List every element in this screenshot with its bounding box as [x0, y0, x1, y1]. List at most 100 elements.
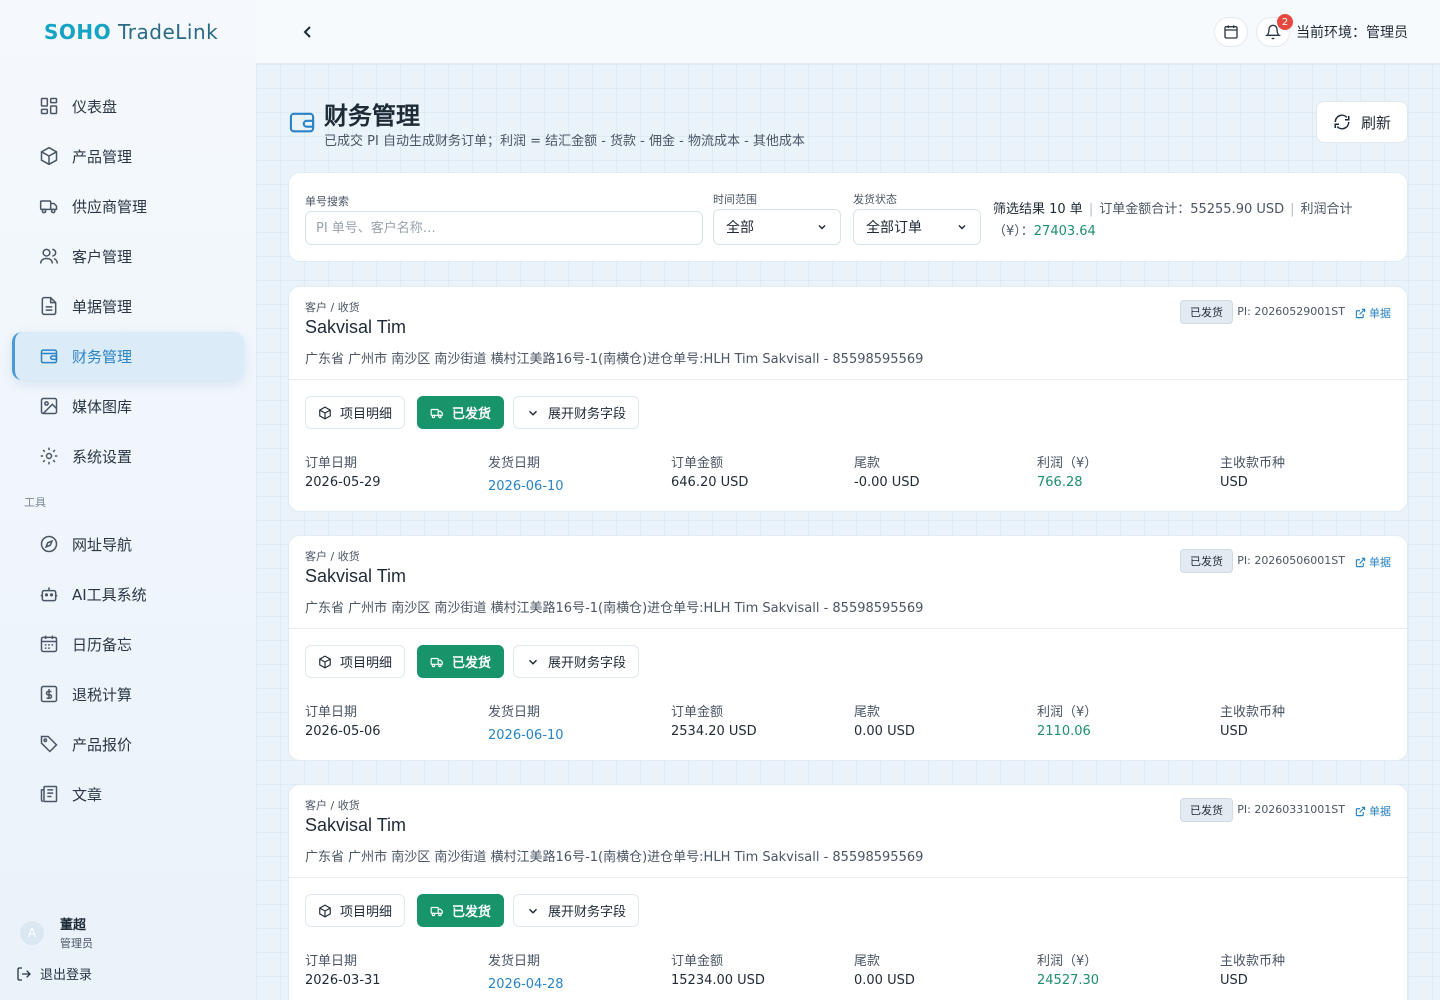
- document-link[interactable]: 单据: [1355, 305, 1391, 321]
- ship-date-field: 发货日期 2026-04-28: [488, 950, 564, 992]
- ship-date-label: 发货日期: [488, 456, 541, 471]
- nav-item-ai-tools[interactable]: AI工具系统: [12, 570, 244, 618]
- balance-value: -0.00 USD: [854, 475, 920, 490]
- nav-item-settings[interactable]: 系统设置: [12, 432, 244, 480]
- expand-finance-button[interactable]: 展开财务字段: [513, 645, 640, 678]
- profit-field: 利润（¥） 24527.30: [1037, 950, 1099, 988]
- chevron-down-icon: [528, 659, 538, 665]
- chevron-left-icon: [303, 26, 311, 38]
- order-date-label: 订单日期: [305, 705, 358, 720]
- order-card: 客户 / 收货 Sakvisal Tim 广东省 广州市 南沙区 南沙街道 横村…: [288, 286, 1408, 512]
- profit-total-value: 27403.64: [1033, 224, 1096, 239]
- nav-item-calendar[interactable]: 日历备忘: [12, 620, 244, 668]
- nav-item-media[interactable]: 媒体图库: [12, 382, 244, 430]
- ship-status-select[interactable]: 全部订单: [853, 209, 981, 245]
- brand-logo[interactable]: SOHO TradeLink: [44, 20, 218, 44]
- nav-item-label: 仪表盘: [72, 97, 118, 116]
- nav-item-label: 退税计算: [72, 685, 133, 704]
- shipped-label: 已发货: [452, 656, 492, 671]
- profit-value: 766.28: [1037, 475, 1083, 490]
- notifications-button[interactable]: 2: [1256, 14, 1293, 47]
- nav-item-documents[interactable]: 单据管理: [12, 282, 244, 330]
- nav-item-articles[interactable]: 文章: [12, 770, 244, 818]
- nav-item-finance[interactable]: 财务管理: [12, 332, 244, 380]
- expand-finance-label: 展开财务字段: [548, 905, 627, 920]
- truck-icon: [38, 195, 60, 217]
- status-badge: 已发货: [1180, 300, 1233, 324]
- expand-finance-button[interactable]: 展开财务字段: [513, 396, 640, 429]
- shipped-button[interactable]: 已发货: [417, 645, 505, 678]
- environment-label: 当前环境：管理员: [1296, 25, 1408, 41]
- expand-finance-button[interactable]: 展开财务字段: [513, 894, 640, 927]
- logout-button[interactable]: 退出登录: [16, 964, 92, 983]
- currency-field: 主收款币种 USD: [1220, 452, 1285, 490]
- avatar: A: [20, 920, 44, 945]
- time-range-label: 时间范围: [713, 193, 757, 206]
- order-date-label: 订单日期: [305, 456, 358, 471]
- package-icon: [319, 405, 331, 420]
- package-icon: [319, 654, 331, 669]
- ship-date-field: 发货日期 2026-06-10: [488, 452, 564, 494]
- user-name: 董超: [60, 918, 87, 933]
- profit-field: 利润（¥） 766.28: [1037, 452, 1097, 490]
- document-link[interactable]: 单据: [1355, 554, 1391, 570]
- shipped-button[interactable]: 已发货: [417, 894, 505, 927]
- search-label: 单号搜索: [305, 195, 349, 208]
- article-icon: [38, 783, 60, 805]
- ship-date-link[interactable]: 2026-04-28: [488, 977, 564, 992]
- nav-item-url-nav[interactable]: 网址导航: [12, 520, 244, 568]
- nav-item-quote[interactable]: 产品报价: [12, 720, 244, 768]
- nav-item-label: 产品报价: [72, 735, 133, 754]
- ship-date-link[interactable]: 2026-06-10: [488, 479, 564, 494]
- notification-badge: 2: [1277, 14, 1293, 30]
- customer-name: Sakvisal Tim: [305, 566, 407, 586]
- customer-label: 客户 / 收货: [305, 301, 360, 314]
- item-details-button[interactable]: 项目明细: [305, 894, 406, 927]
- nav-item-label: 文章: [72, 785, 103, 804]
- document-link-label: 单据: [1369, 805, 1391, 818]
- external-link-icon: [1355, 308, 1366, 318]
- item-details-label: 项目明细: [340, 407, 393, 422]
- page-title: 财务管理: [324, 102, 420, 130]
- nav-item-label: 媒体图库: [72, 397, 133, 416]
- order-date-label: 订单日期: [305, 954, 358, 969]
- filter-summary: 筛选结果 10 单 | 订单金额合计：55255.90 USD | 利润合计（¥）：27…: [993, 202, 1353, 239]
- calendar-button[interactable]: [1214, 17, 1248, 47]
- nav-item-dashboard[interactable]: 仪表盘: [12, 82, 244, 130]
- profit-value: 2110.06: [1037, 724, 1091, 739]
- profit-value: 24527.30: [1037, 973, 1100, 988]
- amount-label: 订单金额: [671, 705, 724, 720]
- nav-item-tax-refund[interactable]: 退税计算: [12, 670, 244, 718]
- document-link[interactable]: 单据: [1355, 803, 1391, 819]
- nav-item-suppliers[interactable]: 供应商管理: [12, 182, 244, 230]
- ship-date-label: 发货日期: [488, 954, 541, 969]
- time-range-select[interactable]: 全部: [713, 209, 841, 245]
- nav-item-label: 供应商管理: [72, 197, 148, 216]
- nav-item-label: 网址导航: [72, 535, 133, 554]
- package-icon: [319, 903, 331, 918]
- nav-item-customers[interactable]: 客户管理: [12, 232, 244, 280]
- currency-field: 主收款币种 USD: [1220, 701, 1285, 739]
- amount-value: 15234.00 USD: [671, 973, 765, 988]
- user-profile[interactable]: A 董超 管理员: [20, 914, 93, 951]
- shipped-label: 已发货: [452, 407, 492, 422]
- ship-date-link[interactable]: 2026-06-10: [488, 728, 564, 743]
- nav-item-products[interactable]: 产品管理: [12, 132, 244, 180]
- item-details-button[interactable]: 项目明细: [305, 396, 406, 429]
- shipped-button[interactable]: 已发货: [417, 396, 505, 429]
- document-link-label: 单据: [1369, 307, 1391, 320]
- gear-icon: [38, 445, 60, 467]
- refresh-button[interactable]: 刷新: [1316, 101, 1408, 143]
- search-input[interactable]: [305, 211, 703, 245]
- sidebar: SOHO TradeLink 仪表盘 产品管理 供应商管理 客户管理 单据管理 …: [0, 0, 256, 1000]
- external-link-icon: [1355, 806, 1366, 816]
- item-details-button[interactable]: 项目明细: [305, 645, 406, 678]
- nav-item-label: 财务管理: [72, 347, 133, 366]
- customer-address: 广东省 广州市 南沙区 南沙街道 横村江美路16号-1(南横仓)进仓单号:HLH…: [305, 352, 924, 367]
- shipped-label: 已发货: [452, 905, 492, 920]
- back-button[interactable]: [296, 20, 320, 44]
- brand-name-part2: TradeLink: [118, 20, 219, 44]
- card-divider: [289, 628, 1407, 629]
- ship-date-label: 发货日期: [488, 705, 541, 720]
- order-date-field: 订单日期 2026-05-29: [305, 452, 381, 490]
